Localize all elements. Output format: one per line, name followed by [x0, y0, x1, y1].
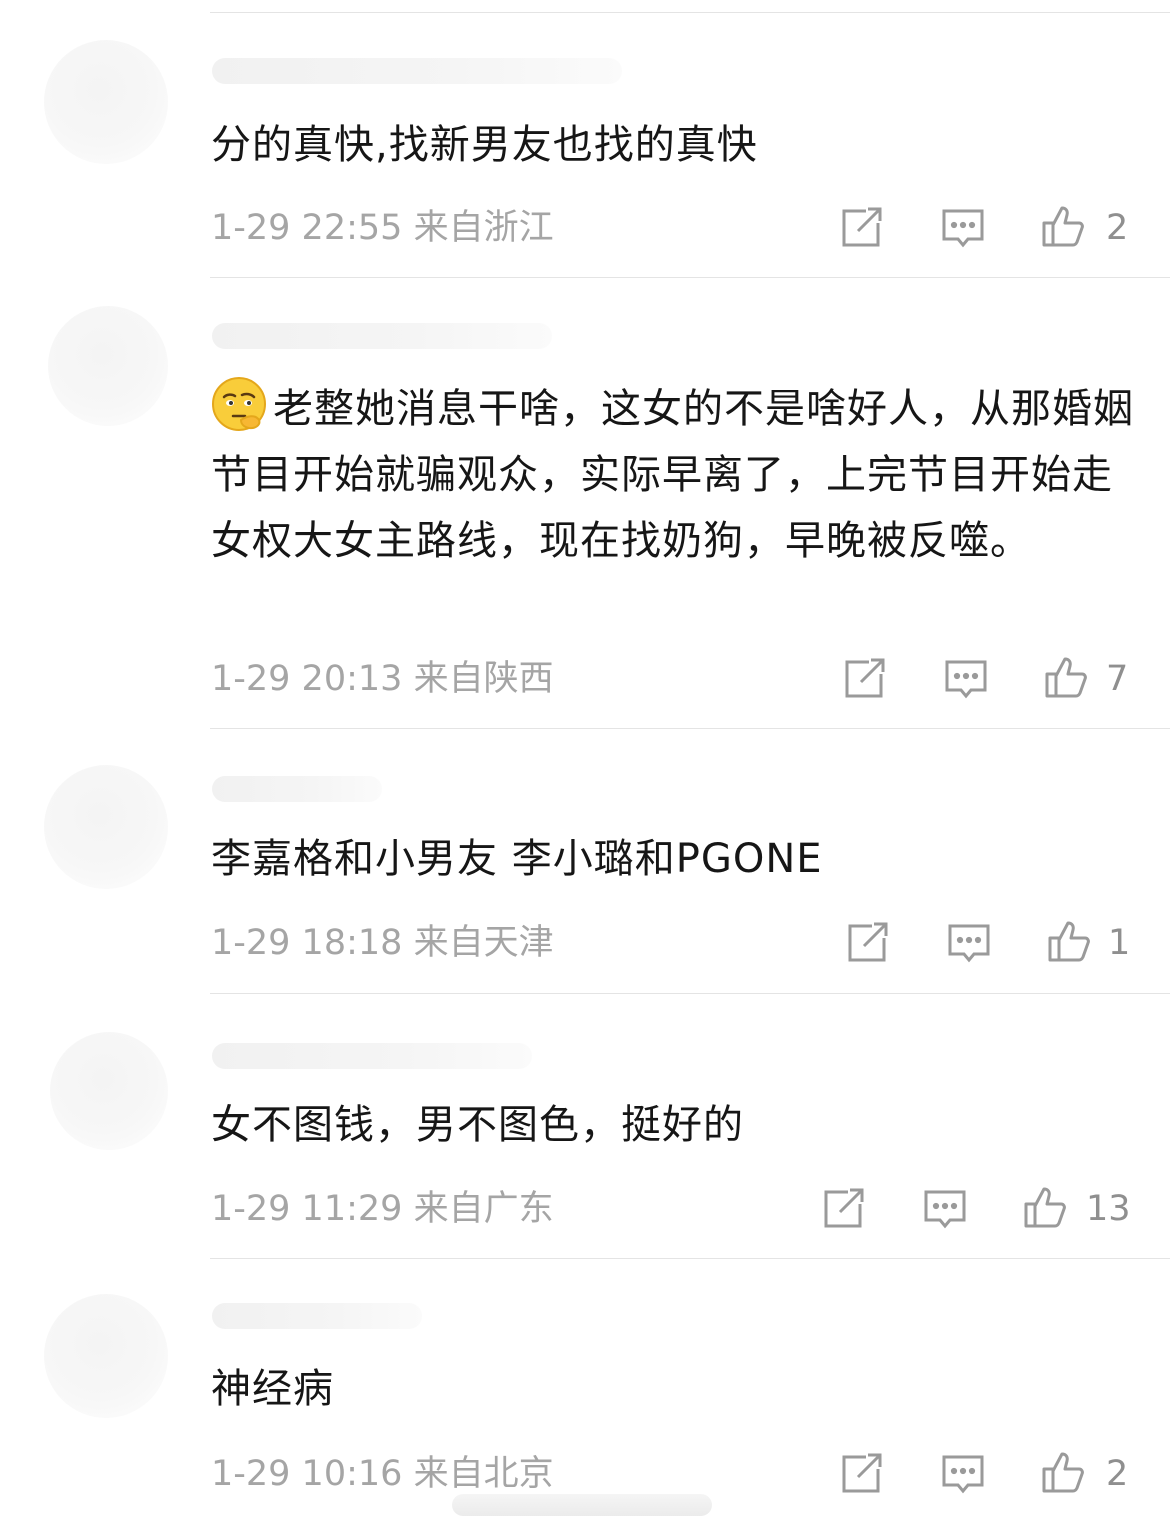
divider: [210, 12, 1170, 13]
thumbs-up-icon: [1024, 1187, 1066, 1228]
like-button[interactable]: [1040, 203, 1086, 249]
username-blurred[interactable]: [212, 776, 382, 802]
comment-time: 1-29 11:29: [211, 1189, 403, 1229]
comment-meta: 1-29 11:29 来自广东: [211, 1189, 554, 1229]
share-icon: [824, 1188, 864, 1228]
like-count: 13: [1086, 1189, 1131, 1229]
thumbs-up-icon: [1048, 921, 1090, 962]
thumbs-up-icon: [1042, 206, 1084, 247]
comment-time: 1-29 20:13: [211, 659, 403, 699]
comment-time: 1-29 18:18: [211, 923, 403, 963]
comment-meta: 1-29 18:18 来自天津: [211, 923, 554, 963]
share-button[interactable]: [820, 1186, 866, 1232]
comment-location: 来自北京: [413, 1454, 554, 1494]
like-count: 2: [1106, 208, 1129, 248]
share-icon: [842, 207, 882, 247]
comment-icon: [945, 660, 987, 699]
share-button[interactable]: [838, 205, 884, 251]
comment-text: 老整她消息干啥，这女的不是啥好人，从那婚姻节目开始就骗观众，实际早离了，上完节目…: [211, 376, 1136, 574]
like-button[interactable]: [1022, 1184, 1068, 1230]
divider: [210, 1258, 1170, 1259]
comment-location: 来自浙江: [413, 208, 554, 248]
comment-text-body: 老整她消息干啥，这女的不是啥好人，从那婚姻节目开始就骗观众，实际早离了，上完节目…: [211, 386, 1134, 564]
username-blurred[interactable]: [212, 1043, 532, 1069]
comment-icon: [948, 924, 990, 963]
thinking-face-emoji: [212, 377, 266, 431]
reply-button[interactable]: [940, 205, 986, 251]
share-icon: [845, 658, 885, 698]
username-blurred[interactable]: [212, 1303, 422, 1329]
comment-location: 来自天津: [413, 923, 554, 963]
reply-button[interactable]: [922, 1186, 968, 1232]
share-button[interactable]: [844, 920, 890, 966]
divider: [210, 993, 1170, 994]
avatar[interactable]: [44, 1294, 168, 1418]
share-button[interactable]: [838, 1451, 884, 1497]
like-button[interactable]: [1040, 1449, 1086, 1495]
comment-list: 分的真快,找新男友也找的真快 1-29 22:55 来自浙江 2 老整她消息干啥…: [0, 0, 1170, 1536]
avatar[interactable]: [44, 40, 168, 164]
like-count: 1: [1108, 923, 1131, 963]
comment-meta: 1-29 20:13 来自陕西: [211, 659, 554, 699]
like-button[interactable]: [1043, 654, 1089, 700]
comment-time: 1-29 10:16: [211, 1454, 403, 1494]
avatar[interactable]: [44, 765, 168, 889]
reply-button[interactable]: [946, 920, 992, 966]
comment-text: 神经病: [211, 1366, 334, 1412]
share-icon: [842, 1453, 882, 1493]
comment-icon: [924, 1190, 966, 1229]
thumbs-up-icon: [1042, 1452, 1084, 1493]
like-button[interactable]: [1046, 918, 1092, 964]
divider: [210, 728, 1170, 729]
comment-meta: 1-29 10:16 来自北京: [211, 1454, 554, 1494]
username-blurred[interactable]: [212, 58, 622, 84]
reply-button[interactable]: [940, 1451, 986, 1497]
scroll-indicator[interactable]: [452, 1494, 712, 1516]
comment-time: 1-29 22:55: [211, 208, 403, 248]
share-icon: [848, 922, 888, 962]
divider: [210, 277, 1170, 278]
comment-location: 来自陕西: [413, 659, 554, 699]
reply-button[interactable]: [943, 656, 989, 702]
comment-text: 分的真快,找新男友也找的真快: [211, 122, 758, 168]
comment-location: 来自广东: [413, 1189, 554, 1229]
like-count: 7: [1106, 659, 1129, 699]
share-button[interactable]: [841, 656, 887, 702]
username-blurred[interactable]: [212, 323, 552, 349]
comment-icon: [942, 1455, 984, 1494]
avatar[interactable]: [50, 1032, 168, 1150]
comment-icon: [942, 209, 984, 248]
comment-meta: 1-29 22:55 来自浙江: [211, 208, 554, 248]
comment-text: 女不图钱，男不图色，挺好的: [211, 1102, 744, 1148]
avatar[interactable]: [48, 306, 168, 426]
thumbs-up-icon: [1045, 657, 1087, 698]
like-count: 2: [1106, 1454, 1129, 1494]
comment-text: 李嘉格和小男友 李小璐和PGONE: [211, 836, 823, 882]
